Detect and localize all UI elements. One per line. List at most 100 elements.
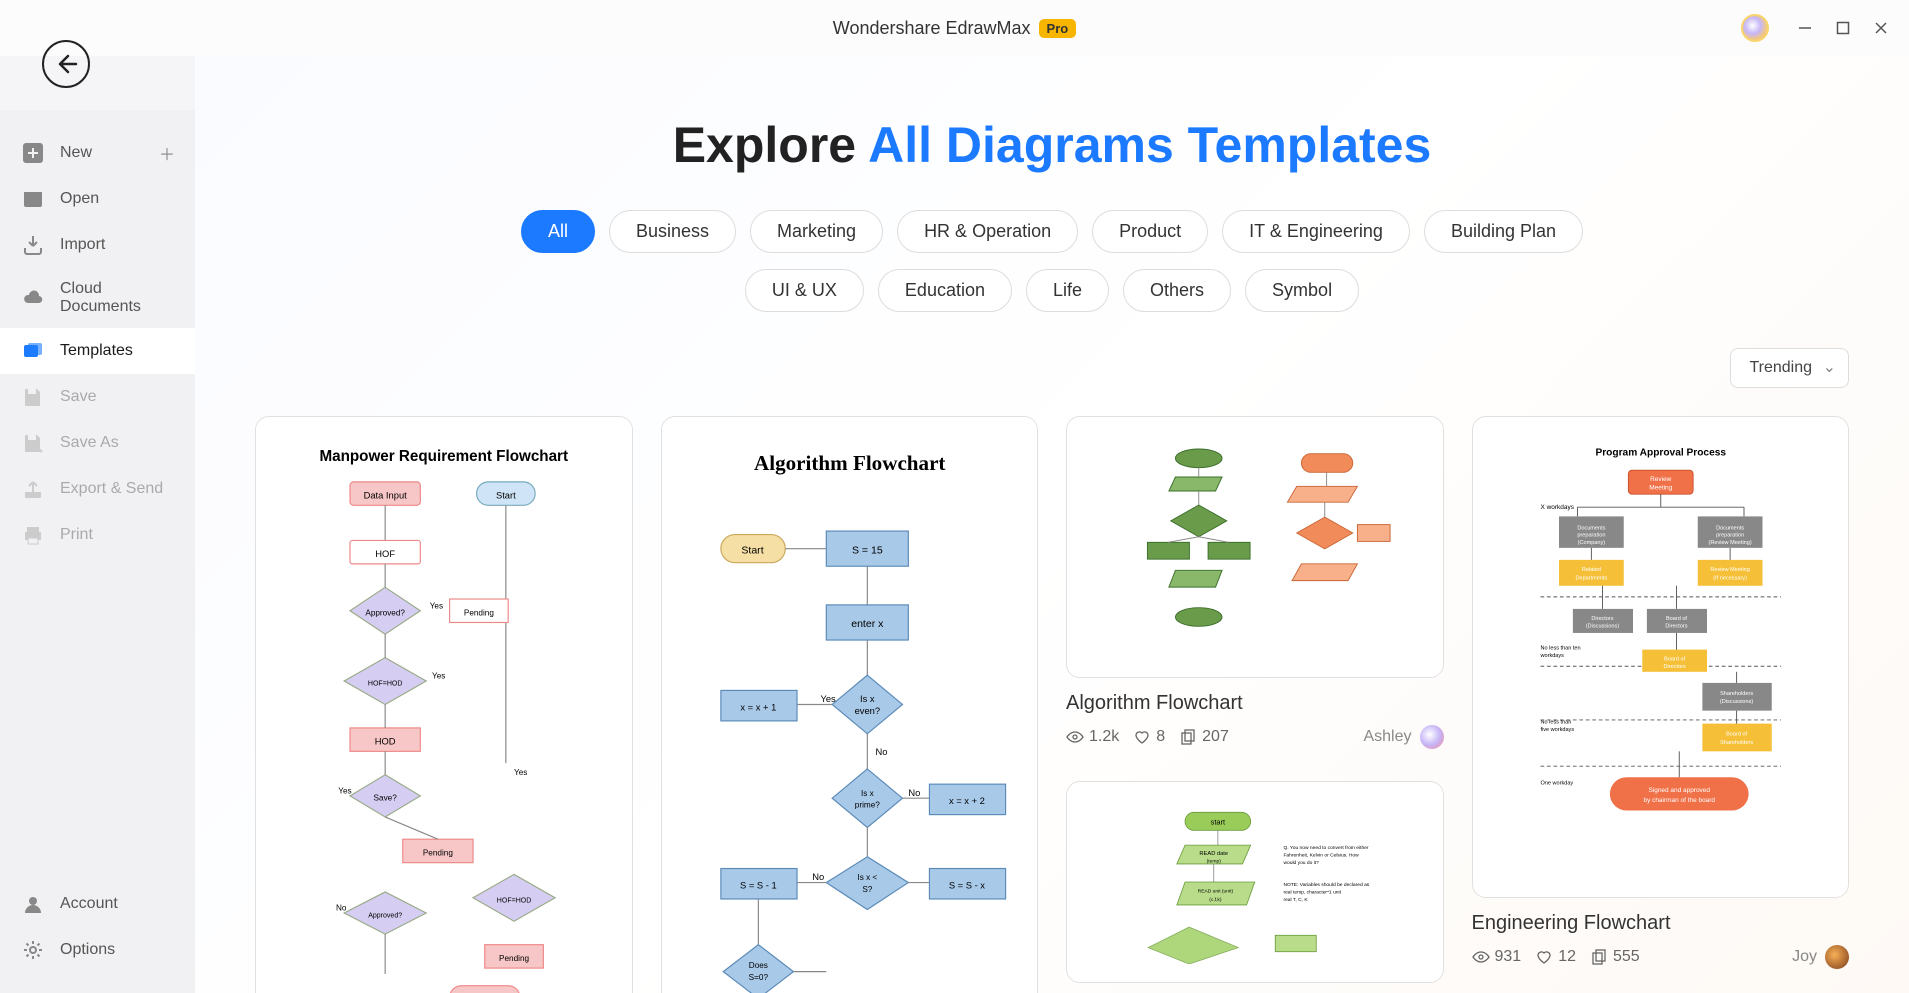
svg-text:Approved?: Approved? — [368, 913, 402, 920]
pill-others[interactable]: Others — [1123, 269, 1231, 312]
svg-text:Pending: Pending — [423, 849, 453, 858]
close-button[interactable] — [1871, 18, 1891, 38]
svg-text:Documents: Documents — [1716, 525, 1744, 531]
svg-text:(Review Meeting): (Review Meeting) — [1708, 540, 1751, 546]
pill-marketing[interactable]: Marketing — [750, 210, 883, 253]
sidebar-item-open[interactable]: Open — [0, 176, 195, 222]
svg-text:x = x + 1: x = x + 1 — [740, 702, 776, 712]
sidebar-item-cloud[interactable]: Cloud Documents — [0, 268, 195, 328]
sort-selected-label: Trending — [1749, 359, 1812, 376]
svg-text:real temp, character*1 unit: real temp, character*1 unit — [1283, 889, 1341, 895]
svg-text:Algorithm Flowchart: Algorithm Flowchart — [754, 451, 945, 475]
sidebar-label: Cloud Documents — [60, 280, 173, 316]
folder-icon — [22, 188, 44, 210]
sidebar-item-options[interactable]: Options — [0, 927, 195, 973]
svg-text:HOF=HOD: HOF=HOD — [368, 681, 403, 688]
template-thumb: start READ date(temp) READ unit (unit)(c… — [1067, 782, 1443, 982]
copy-icon — [1179, 728, 1197, 746]
card-meta: Engineering Flowchart 931 12 555 Joy — [1472, 898, 1850, 973]
svg-text:Directors: Directors — [1591, 616, 1613, 622]
main-content: Explore All Diagrams Templates All Busin… — [195, 56, 1909, 993]
svg-text:Directors: Directors — [1665, 623, 1687, 629]
pill-it-engineering[interactable]: IT & Engineering — [1222, 210, 1410, 253]
sidebar-label: Import — [60, 236, 105, 254]
svg-text:(c,f,k): (c,f,k) — [1209, 897, 1222, 903]
svg-text:Signed and approved: Signed and approved — [1648, 787, 1710, 794]
sidebar-item-templates[interactable]: Templates — [0, 328, 195, 374]
svg-text:real T, C, K: real T, C, K — [1283, 897, 1308, 903]
svg-text:(If necessary): (If necessary) — [1713, 575, 1747, 581]
svg-text:X workdays: X workdays — [1540, 504, 1573, 511]
svg-text:workdays: workdays — [1539, 653, 1564, 659]
arrow-left-icon — [54, 52, 78, 76]
svg-text:READ date: READ date — [1199, 851, 1228, 857]
template-card-engineering[interactable]: Program Approval Process ReviewMeeting X… — [1472, 416, 1850, 898]
user-avatar-icon[interactable] — [1741, 14, 1769, 42]
maximize-button[interactable] — [1833, 18, 1853, 38]
sidebar-label: New — [60, 144, 92, 162]
pill-ui-ux[interactable]: UI & UX — [745, 269, 864, 312]
sidebar-item-import[interactable]: Import — [0, 222, 195, 268]
pill-all[interactable]: All — [521, 210, 595, 253]
svg-text:Start: Start — [496, 490, 516, 500]
template-card-manpower[interactable]: Manpower Requirement Flowchart Data Inpu… — [255, 416, 633, 993]
svg-text:Manpower Requirement Flowchart: Manpower Requirement Flowchart — [319, 448, 568, 465]
svg-text:S = S - x: S = S - x — [948, 880, 984, 890]
svg-text:Board of: Board of — [1726, 732, 1747, 738]
svg-text:Yes: Yes — [432, 672, 445, 681]
views-stat: 931 — [1472, 948, 1522, 966]
pill-hr-operation[interactable]: HR & Operation — [897, 210, 1078, 253]
app-title: Wondershare EdrawMax — [833, 18, 1031, 39]
pill-symbol[interactable]: Symbol — [1245, 269, 1359, 312]
svg-text:Is x: Is x — [860, 694, 875, 704]
svg-text:Data Input: Data Input — [364, 490, 408, 500]
page-title: Explore All Diagrams Templates — [195, 116, 1909, 174]
template-card-conversion[interactable]: start READ date(temp) READ unit (unit)(c… — [1066, 781, 1444, 983]
pill-product[interactable]: Product — [1092, 210, 1208, 253]
author-avatar-icon — [1420, 725, 1444, 749]
template-thumb: Program Approval Process ReviewMeeting X… — [1473, 417, 1849, 897]
sidebar-item-new[interactable]: New ＋ — [0, 130, 195, 176]
sidebar-item-account[interactable]: Account — [0, 881, 195, 927]
svg-text:Q. You now need to convert fro: Q. You now need to convert from either — [1283, 845, 1368, 851]
svg-text:READ unit (unit): READ unit (unit) — [1198, 889, 1234, 895]
svg-text:Pending: Pending — [464, 608, 494, 617]
svg-text:No: No — [875, 747, 887, 757]
pill-education[interactable]: Education — [878, 269, 1012, 312]
views-stat: 1.2k — [1066, 728, 1119, 746]
card-author[interactable]: Ashley — [1363, 725, 1443, 749]
category-pills-row1: All Business Marketing HR & Operation Pr… — [195, 210, 1909, 253]
sidebar-item-export: Export & Send — [0, 466, 195, 512]
hero-prefix: Explore — [673, 117, 868, 173]
svg-text:No less than: No less than — [1540, 720, 1571, 726]
heart-icon — [1133, 728, 1151, 746]
svg-text:Departments: Departments — [1575, 575, 1607, 581]
svg-text:No less than ten: No less than ten — [1540, 646, 1580, 652]
svg-text:S=0?: S=0? — [748, 973, 768, 982]
svg-text:prime?: prime? — [854, 801, 879, 810]
plus-square-icon — [22, 142, 44, 164]
svg-text:No: No — [812, 872, 824, 882]
pill-life[interactable]: Life — [1026, 269, 1109, 312]
svg-text:No: No — [908, 788, 920, 798]
svg-text:would you do it?: would you do it? — [1283, 860, 1319, 866]
copies-stat: 555 — [1590, 948, 1640, 966]
sidebar-item-saveas: Save As — [0, 420, 195, 466]
template-card-algorithm-tall[interactable]: Algorithm Flowchart Start S = 15 enter x… — [661, 416, 1039, 993]
pill-building-plan[interactable]: Building Plan — [1424, 210, 1583, 253]
minimize-button[interactable] — [1795, 18, 1815, 38]
card-author[interactable]: Joy — [1792, 945, 1849, 969]
print-icon — [22, 524, 44, 546]
plus-icon[interactable]: ＋ — [159, 141, 175, 165]
pill-business[interactable]: Business — [609, 210, 736, 253]
svg-text:Start: Start — [741, 544, 763, 556]
heart-icon — [1535, 948, 1553, 966]
card-title: Algorithm Flowchart — [1066, 692, 1444, 715]
sort-select[interactable]: Trending — [1730, 348, 1849, 388]
svg-text:HOF=HOD: HOF=HOD — [497, 897, 531, 904]
svg-text:preparation: preparation — [1577, 533, 1605, 539]
svg-text:Is x: Is x — [860, 789, 873, 798]
template-card-algorithm[interactable] — [1066, 416, 1444, 678]
back-button[interactable] — [42, 40, 90, 88]
svg-text:Yes: Yes — [820, 694, 836, 704]
